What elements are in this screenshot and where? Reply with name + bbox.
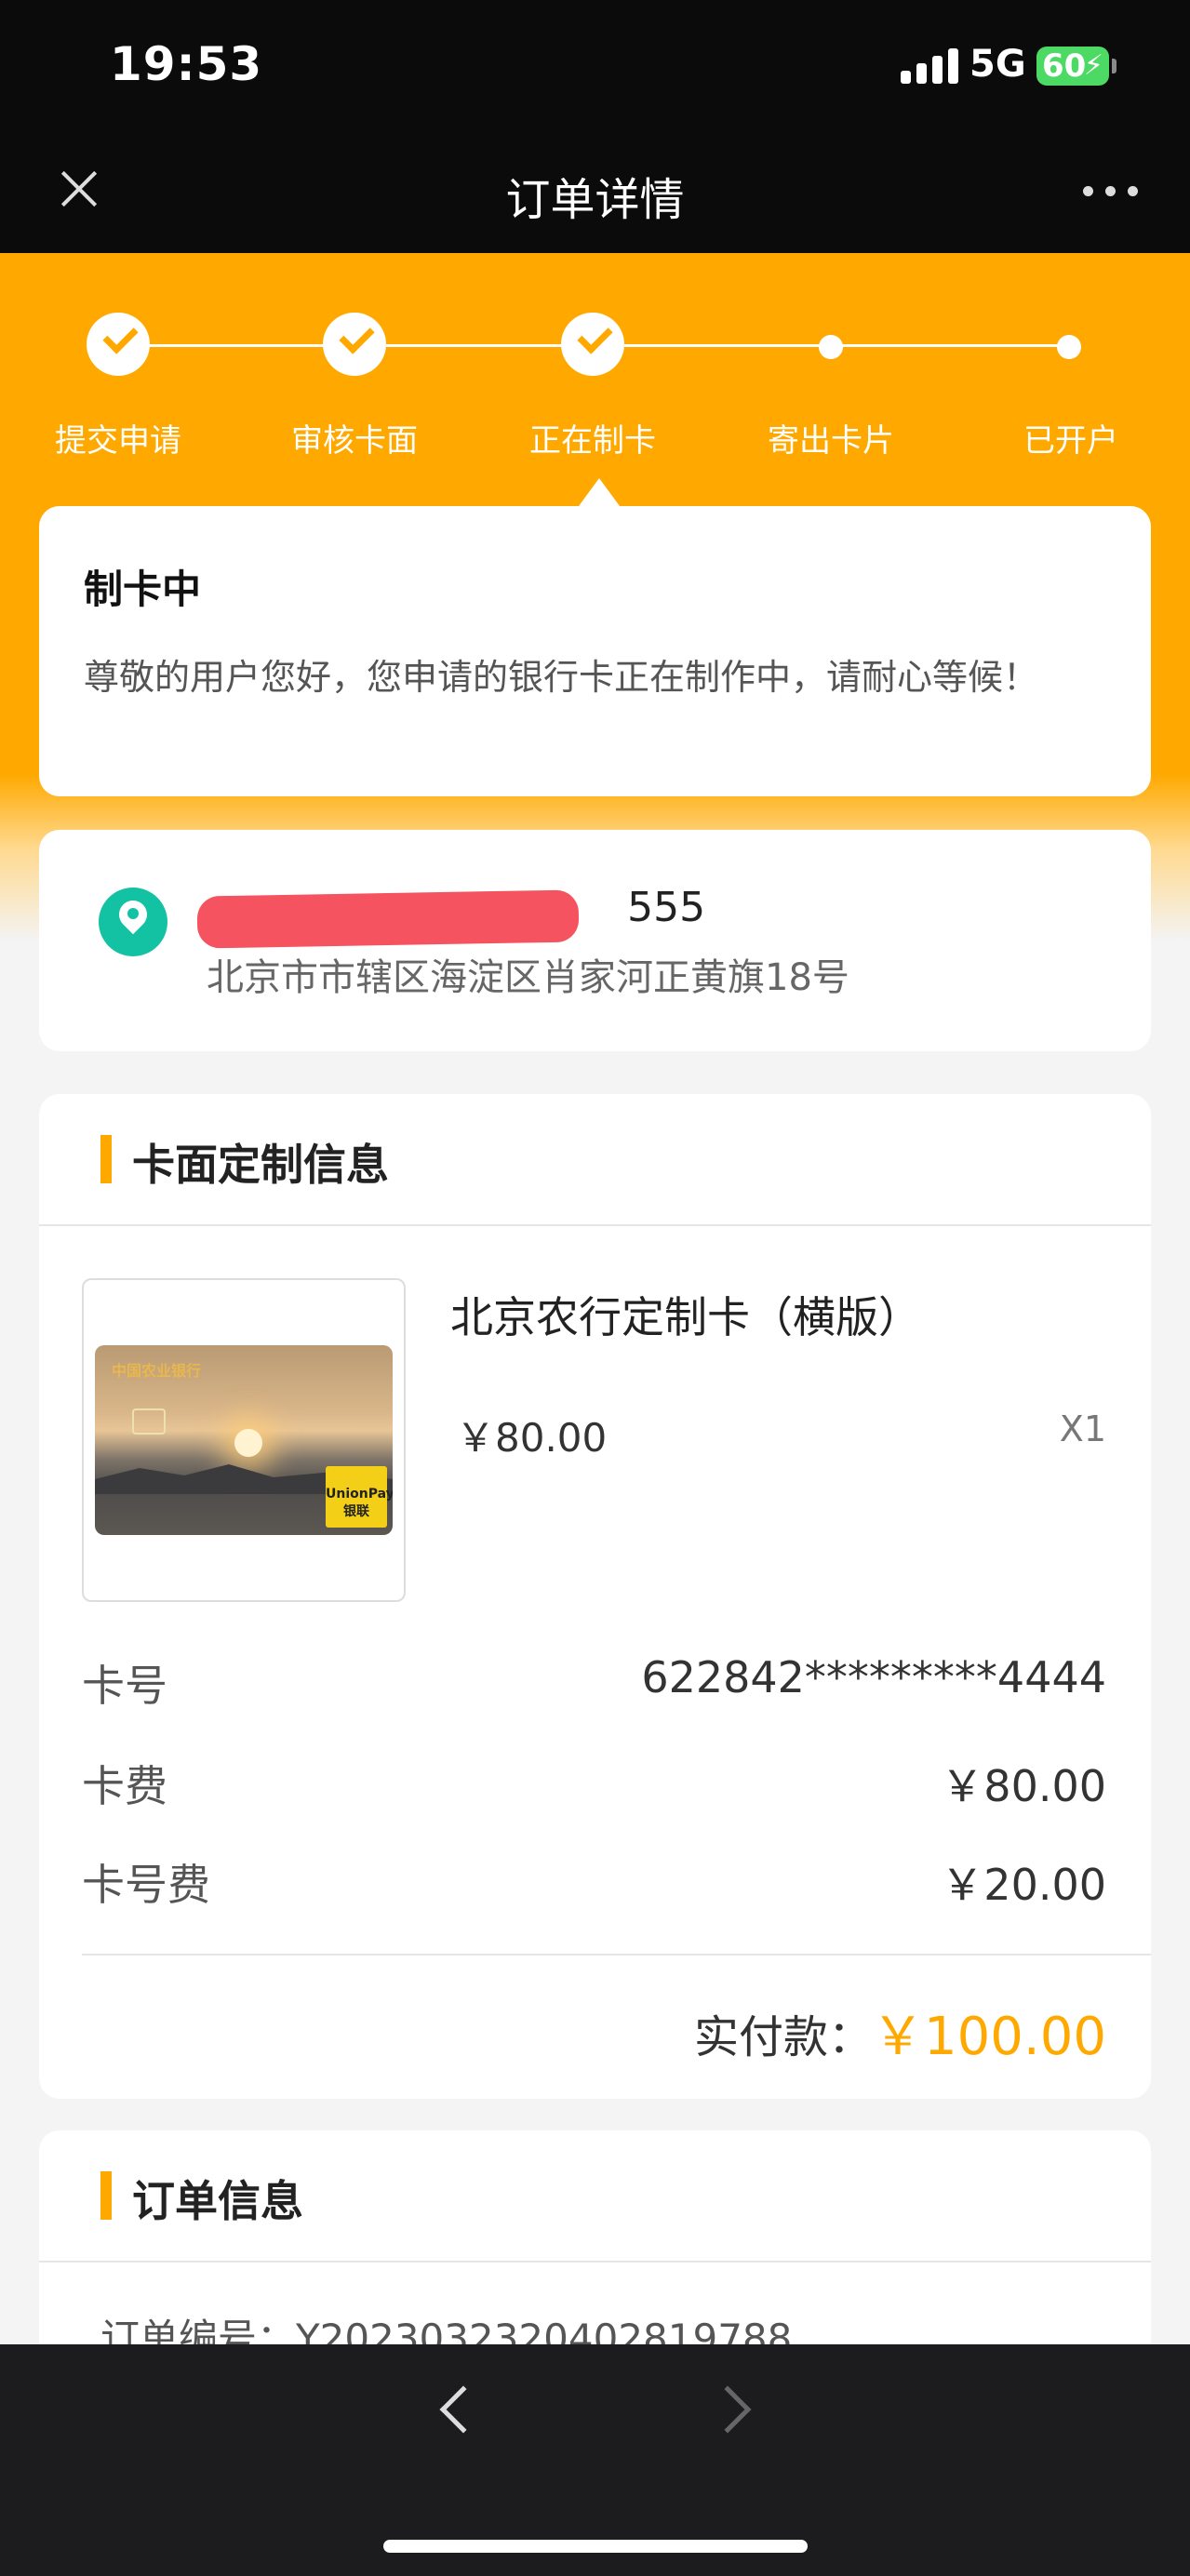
section-title: 卡面定制信息 [132, 1140, 389, 1190]
step-check-icon [561, 313, 624, 376]
number-fee-label: 卡号费 [82, 1860, 210, 1910]
redaction-mark [196, 889, 580, 949]
home-indicator[interactable] [383, 2540, 808, 2553]
divider [82, 1954, 1151, 1955]
address-line: 北京市市辖区海淀区肖家河正黄旗18号 [207, 956, 849, 999]
location-icon [99, 888, 167, 956]
divider [39, 2261, 1151, 2262]
step-label: 提交申请 [55, 422, 181, 460]
charging-icon: ⚡ [1083, 49, 1103, 82]
section-accent-bar [100, 1135, 112, 1183]
paid-label: 实付款： [694, 2011, 874, 2063]
product-name: 北京农行定制卡（横版） [450, 1292, 921, 1342]
recipient-phone-tail: 555 [627, 884, 706, 931]
section-title: 订单信息 [132, 2176, 303, 2226]
battery-icon: 60 ⚡ [1036, 47, 1116, 86]
page-title: 订单详情 [505, 174, 685, 226]
battery-level: 60 [1042, 47, 1087, 85]
status-description: 尊敬的用户您好，您申请的银行卡正在制作中，请耐心等候！ [84, 657, 1039, 698]
paid-amount: ￥100.00 [872, 2007, 1106, 2067]
step-label: 审核卡面 [291, 422, 418, 460]
product-quantity: X1 [1059, 1408, 1106, 1449]
network-label: 5G [969, 43, 1026, 86]
bank-logo: 中国农业银行 [112, 1362, 202, 1380]
status-time: 19:53 [110, 37, 263, 91]
card-number-value: 622842*********4444 [641, 1652, 1106, 1702]
card-fee-label: 卡费 [82, 1761, 167, 1811]
card-number-label: 卡号 [82, 1661, 167, 1711]
chip-icon [132, 1408, 166, 1435]
step-check-icon [87, 313, 150, 376]
card-face-image: 中国农业银行 UnionPay 银联 [95, 1345, 393, 1535]
step-check-icon [323, 313, 386, 376]
sunset-sun [234, 1429, 262, 1457]
step-dot-icon [1057, 335, 1081, 359]
signal-icon [901, 48, 958, 84]
product-price: ￥80.00 [456, 1415, 608, 1461]
step-label: 已开户 [1023, 422, 1118, 460]
status-title: 制卡中 [84, 567, 202, 612]
section-accent-bar [100, 2171, 112, 2220]
number-fee-value: ￥20.00 [941, 1860, 1106, 1910]
step-pointer [579, 478, 620, 506]
step-dot-icon [819, 335, 843, 359]
step-label: 正在制卡 [529, 422, 656, 460]
status-bar: 19:53 5G 60 ⚡ [0, 0, 1190, 140]
card-fee-value: ￥80.00 [941, 1761, 1106, 1811]
unionpay-logo: UnionPay 银联 [326, 1466, 393, 1528]
divider [39, 1224, 1151, 1226]
step-label: 寄出卡片 [768, 422, 894, 460]
more-icon[interactable] [1083, 182, 1139, 201]
